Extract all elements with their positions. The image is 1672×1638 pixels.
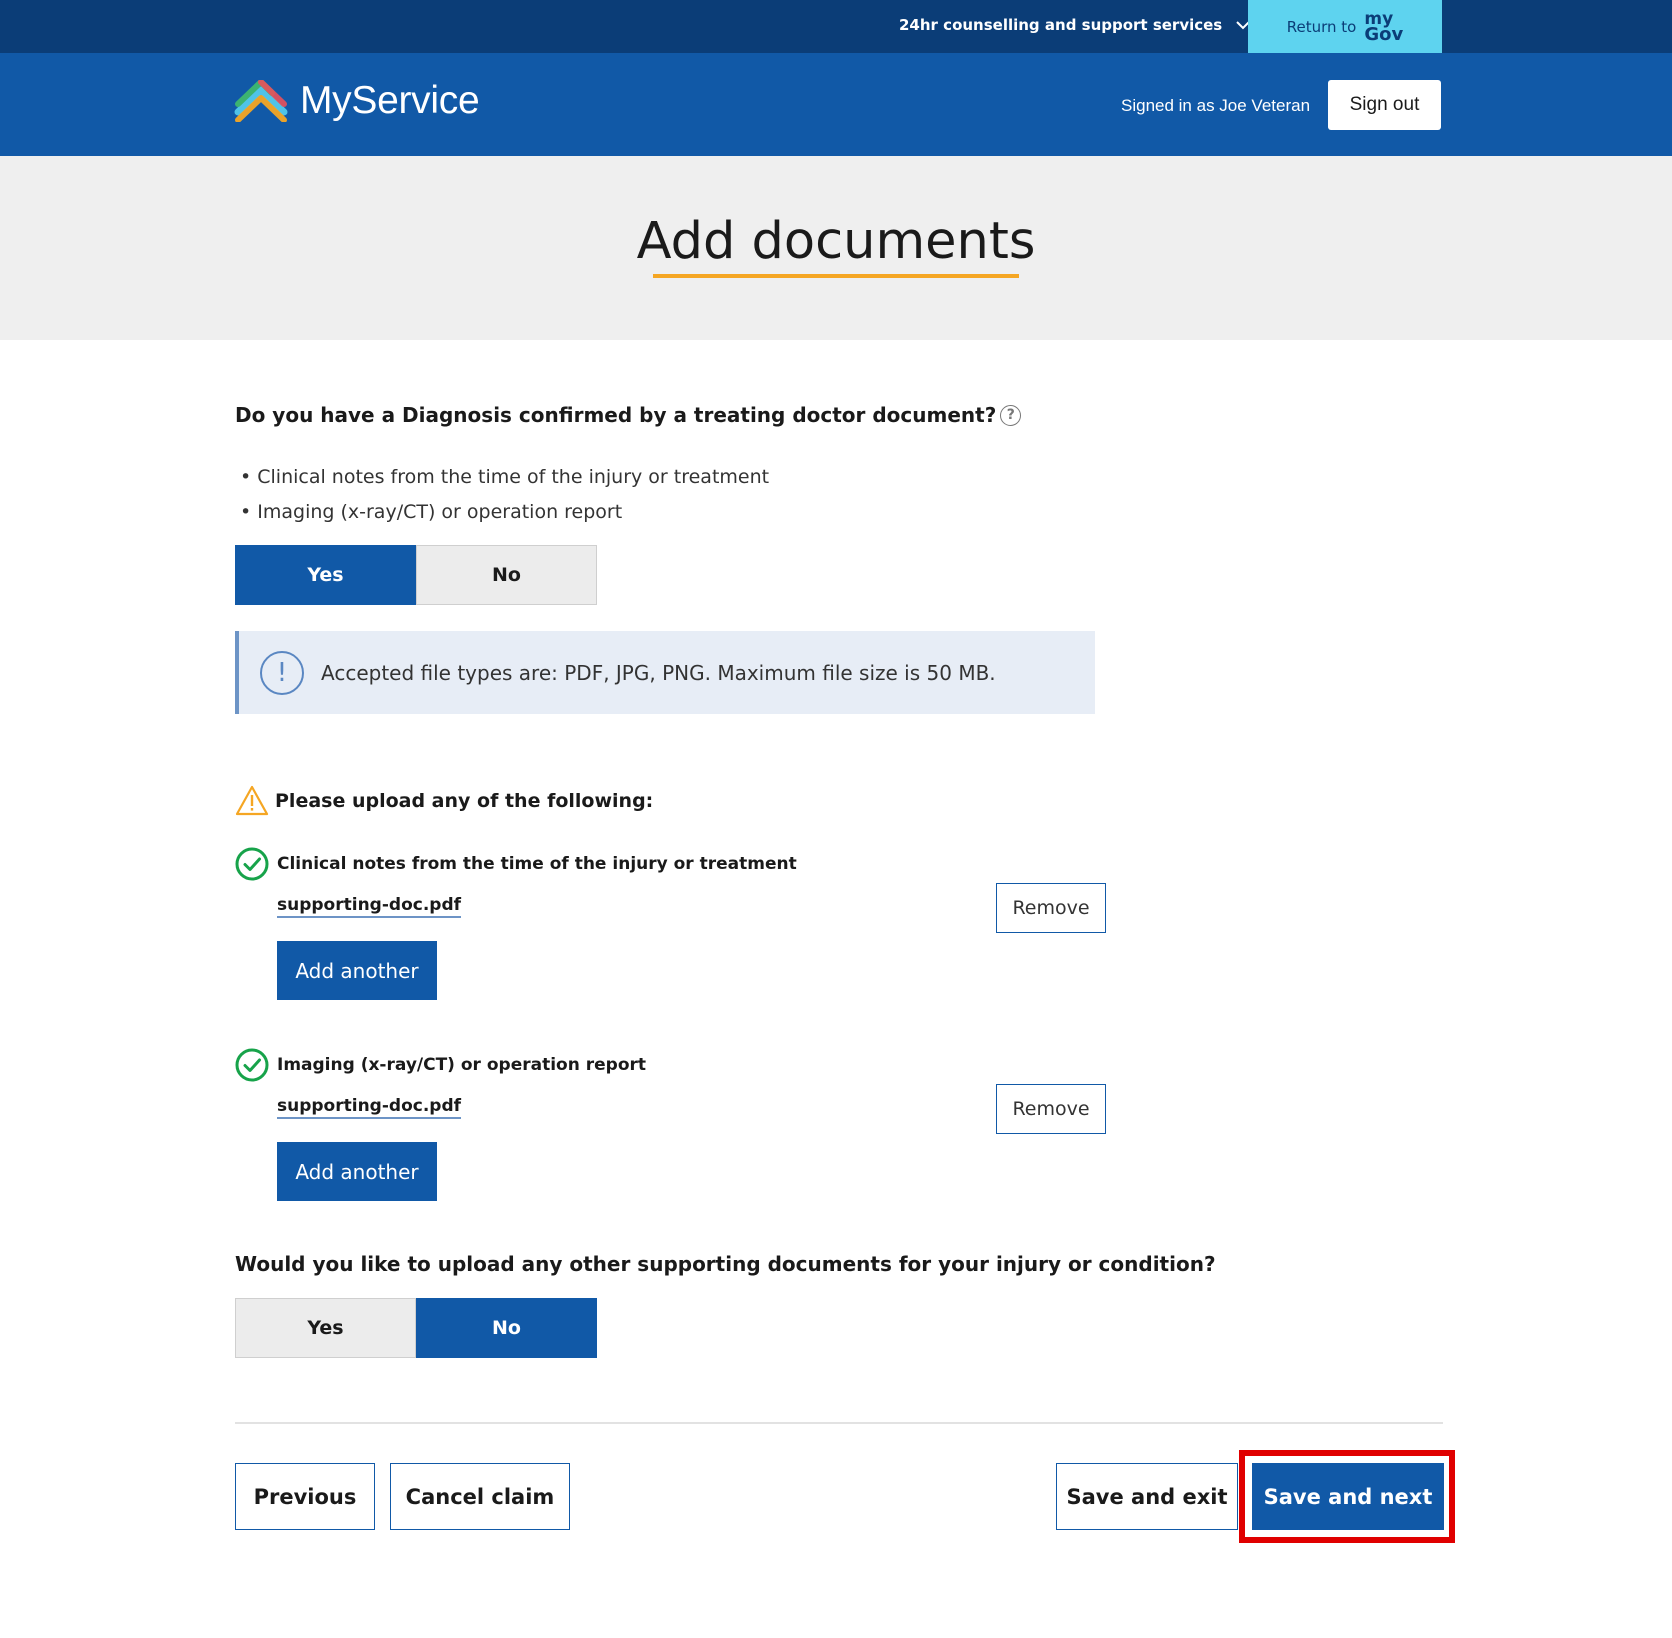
other-documents-question: Would you like to upload any other suppo…: [235, 1252, 1216, 1276]
diagnosis-question-text: Do you have a Diagnosis confirmed by a t…: [235, 403, 997, 427]
myservice-logo-icon: [234, 80, 288, 122]
site-header: MyService Signed in as Joe Veteran Sign …: [0, 53, 1672, 156]
uploaded-file-link[interactable]: supporting-doc.pdf: [277, 895, 462, 918]
brand-link[interactable]: MyService: [234, 79, 480, 123]
save-and-exit-button[interactable]: Save and exit: [1056, 1463, 1238, 1530]
signed-in-status: Signed in as Joe Veteran: [1121, 96, 1311, 115]
exclamation-circle-icon: !: [260, 650, 304, 695]
previous-button[interactable]: Previous: [235, 1463, 375, 1530]
file-type-info-text: Accepted file types are: PDF, JPG, PNG. …: [321, 660, 996, 685]
brand-name: MyService: [300, 79, 480, 122]
document-title: Clinical notes from the time of the inju…: [235, 847, 797, 881]
bullet-text: Imaging (x-ray/CT) or operation report: [257, 501, 623, 523]
bullet-text: Clinical notes from the time of the inju…: [257, 466, 770, 488]
check-circle-icon: [235, 1048, 269, 1082]
document-title-text: Imaging (x-ray/CT) or operation report: [277, 1055, 647, 1075]
title-underline: [653, 274, 1019, 278]
other-documents-no-option[interactable]: No: [416, 1298, 597, 1358]
support-services-dropdown[interactable]: 24hr counselling and support services: [899, 16, 1250, 34]
remove-file-button[interactable]: Remove: [996, 1084, 1106, 1134]
other-documents-yes-no-toggle: Yes No: [235, 1298, 597, 1358]
warning-triangle-icon: [235, 785, 269, 816]
diagnosis-question: Do you have a Diagnosis confirmed by a t…: [235, 403, 1022, 427]
add-another-button[interactable]: Add another: [277, 1142, 437, 1201]
diagnosis-yes-option[interactable]: Yes: [235, 545, 416, 605]
diagnosis-bullet-list: • Clinical notes from the time of the in…: [240, 460, 769, 530]
list-item: • Clinical notes from the time of the in…: [240, 466, 770, 488]
upload-heading: Please upload any of the following:: [235, 785, 653, 816]
document-title: Imaging (x-ray/CT) or operation report: [235, 1048, 646, 1082]
diagnosis-no-option[interactable]: No: [416, 545, 597, 605]
page-title: Add documents: [636, 212, 1036, 271]
sign-out-button[interactable]: Sign out: [1328, 80, 1441, 130]
file-type-info-box: ! Accepted file types are: PDF, JPG, PNG…: [235, 631, 1095, 714]
cancel-claim-button[interactable]: Cancel claim: [390, 1463, 570, 1530]
question-circle-icon[interactable]: ?: [1000, 404, 1022, 426]
document-upload-item: Clinical notes from the time of the inju…: [235, 847, 1106, 1007]
divider: [235, 1422, 1443, 1424]
document-upload-item: Imaging (x-ray/CT) or operation report s…: [235, 1048, 1106, 1208]
title-band: Add documents: [0, 156, 1672, 340]
diagnosis-yes-no-toggle: Yes No: [235, 545, 597, 605]
document-title-text: Clinical notes from the time of the inju…: [277, 854, 797, 874]
mygov-logo-gov: Gov: [1364, 23, 1404, 45]
uploaded-file-link[interactable]: supporting-doc.pdf: [277, 1096, 462, 1119]
save-and-next-button[interactable]: Save and next: [1252, 1463, 1444, 1530]
check-circle-icon: [235, 847, 269, 881]
add-another-button[interactable]: Add another: [277, 941, 437, 1000]
mygov-logo: my Gov: [1364, 10, 1404, 45]
other-documents-yes-option[interactable]: Yes: [235, 1298, 416, 1358]
list-item: • Imaging (x-ray/CT) or operation report: [240, 501, 623, 523]
upload-heading-text: Please upload any of the following:: [275, 789, 654, 812]
return-to-label: Return to: [1286, 17, 1357, 36]
return-to-mygov-button[interactable]: Return to my Gov: [1248, 0, 1442, 53]
utility-bar: 24hr counselling and support services Re…: [0, 0, 1672, 53]
remove-file-button[interactable]: Remove: [996, 883, 1106, 933]
support-services-label: 24hr counselling and support services: [899, 16, 1223, 34]
